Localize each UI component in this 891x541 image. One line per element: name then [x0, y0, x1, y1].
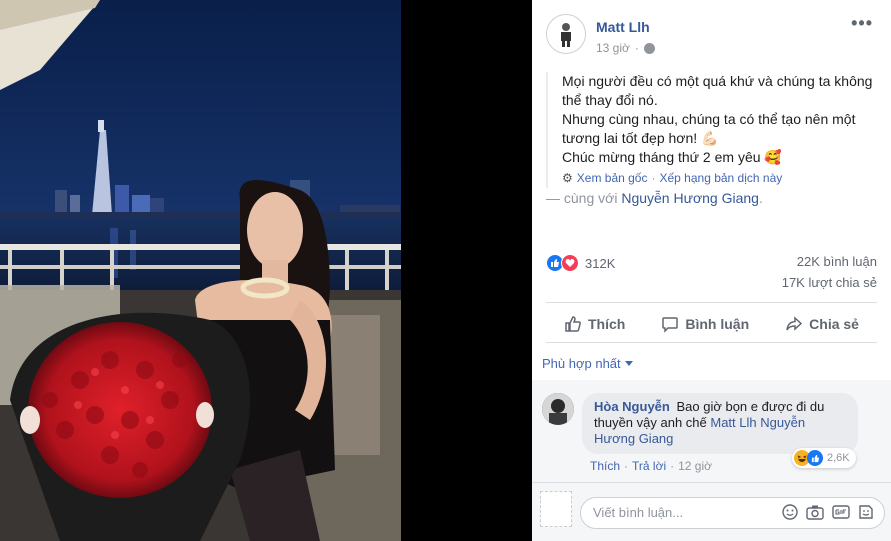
post-panel: Matt Llh 13 giờ · ••• Mọi người đều có m… — [532, 0, 891, 541]
tagged-with: — cùng với Nguyễn Hương Giang. — [546, 190, 763, 206]
gear-icon[interactable]: ⚙ — [562, 169, 573, 188]
post-photo[interactable] — [0, 0, 401, 541]
post-text: Mọi người đều có một quá khứ và chúng ta… — [546, 72, 882, 188]
share-count[interactable]: 17K lượt chia sẻ — [782, 275, 877, 290]
translation-bar: ⚙ Xem bản gốc · Xếp hạng bản dịch này — [562, 169, 882, 188]
gif-icon[interactable] — [832, 504, 850, 520]
post-actions: Thích Bình luận Chia sẻ — [546, 308, 877, 340]
photo-viewer — [0, 0, 532, 541]
comment-button[interactable]: Bình luận — [661, 315, 749, 333]
rate-translation-link[interactable]: Xếp hạng bản dịch này — [659, 169, 782, 188]
post-line-1: Mọi người đều có một quá khứ và chúng ta… — [562, 73, 873, 108]
my-avatar — [540, 491, 572, 527]
like-button[interactable]: Thích — [564, 315, 625, 333]
comment-input[interactable]: Viết bình luận... — [580, 497, 885, 529]
comments-section: Hòa Nguyễn Bao giờ bọn e được đi du thuy… — [532, 380, 891, 482]
comment-composer: Viết bình luận... — [532, 482, 891, 541]
comment-reactions[interactable]: 2,6K — [792, 448, 856, 468]
share-button[interactable]: Chia sẻ — [785, 315, 859, 333]
author-name[interactable]: Matt Llh — [596, 19, 655, 35]
comment-count[interactable]: 22K bình luận — [797, 254, 877, 269]
comment-tag-1[interactable]: Matt Llh — [710, 415, 756, 430]
post-stats: 312K 22K bình luận 17K lượt chia sẻ — [546, 250, 877, 296]
sticker-icon[interactable] — [858, 504, 874, 520]
post-line-3: Chúc mừng tháng thứ 2 em yêu 🥰 — [562, 149, 782, 165]
thumbs-up-icon — [565, 316, 581, 332]
tagged-person-link[interactable]: Nguyễn Hương Giang — [621, 190, 759, 206]
reaction-count: 312K — [585, 255, 616, 271]
comment-reaction-count: 2,6K — [827, 452, 850, 464]
comment-filter-dropdown[interactable]: Phù hợp nhất — [542, 356, 633, 371]
camera-icon[interactable] — [806, 504, 824, 520]
post-meta: 13 giờ · — [596, 41, 655, 55]
composer-icons — [782, 504, 874, 520]
see-original-link[interactable]: Xem bản gốc — [577, 169, 648, 188]
like-reaction-icon — [807, 450, 823, 466]
author-avatar[interactable] — [546, 14, 586, 54]
divider — [546, 342, 877, 343]
post-line-2: Nhưng cùng nhau, chúng ta có thể tạo nên… — [562, 111, 856, 146]
comment-time[interactable]: 12 giờ — [678, 459, 712, 473]
caret-down-icon — [624, 361, 633, 366]
post-time[interactable]: 13 giờ — [596, 41, 630, 55]
love-reaction-icon — [561, 254, 579, 272]
comment-item: Hòa Nguyễn Bao giờ bọn e được đi du thuy… — [542, 393, 858, 454]
comment-icon — [662, 317, 679, 333]
comment-bubble: Hòa Nguyễn Bao giờ bọn e được đi du thuy… — [582, 393, 858, 454]
commenter-avatar[interactable] — [542, 393, 574, 425]
post-header: Matt Llh 13 giờ · — [546, 14, 655, 55]
comment-reply-link[interactable]: Trả lời — [632, 459, 666, 473]
comment-meta: Thích · Trả lời · 12 giờ — [590, 459, 712, 473]
comment-like-link[interactable]: Thích — [590, 459, 620, 473]
comment-input-placeholder: Viết bình luận... — [593, 505, 684, 520]
reactions-summary[interactable]: 312K — [546, 254, 615, 272]
globe-icon — [643, 42, 655, 54]
commenter-name[interactable]: Hòa Nguyễn — [594, 399, 670, 414]
divider — [546, 302, 877, 303]
share-icon — [786, 316, 803, 331]
emoji-icon[interactable] — [782, 504, 798, 520]
more-options-icon[interactable]: ••• — [851, 14, 873, 32]
